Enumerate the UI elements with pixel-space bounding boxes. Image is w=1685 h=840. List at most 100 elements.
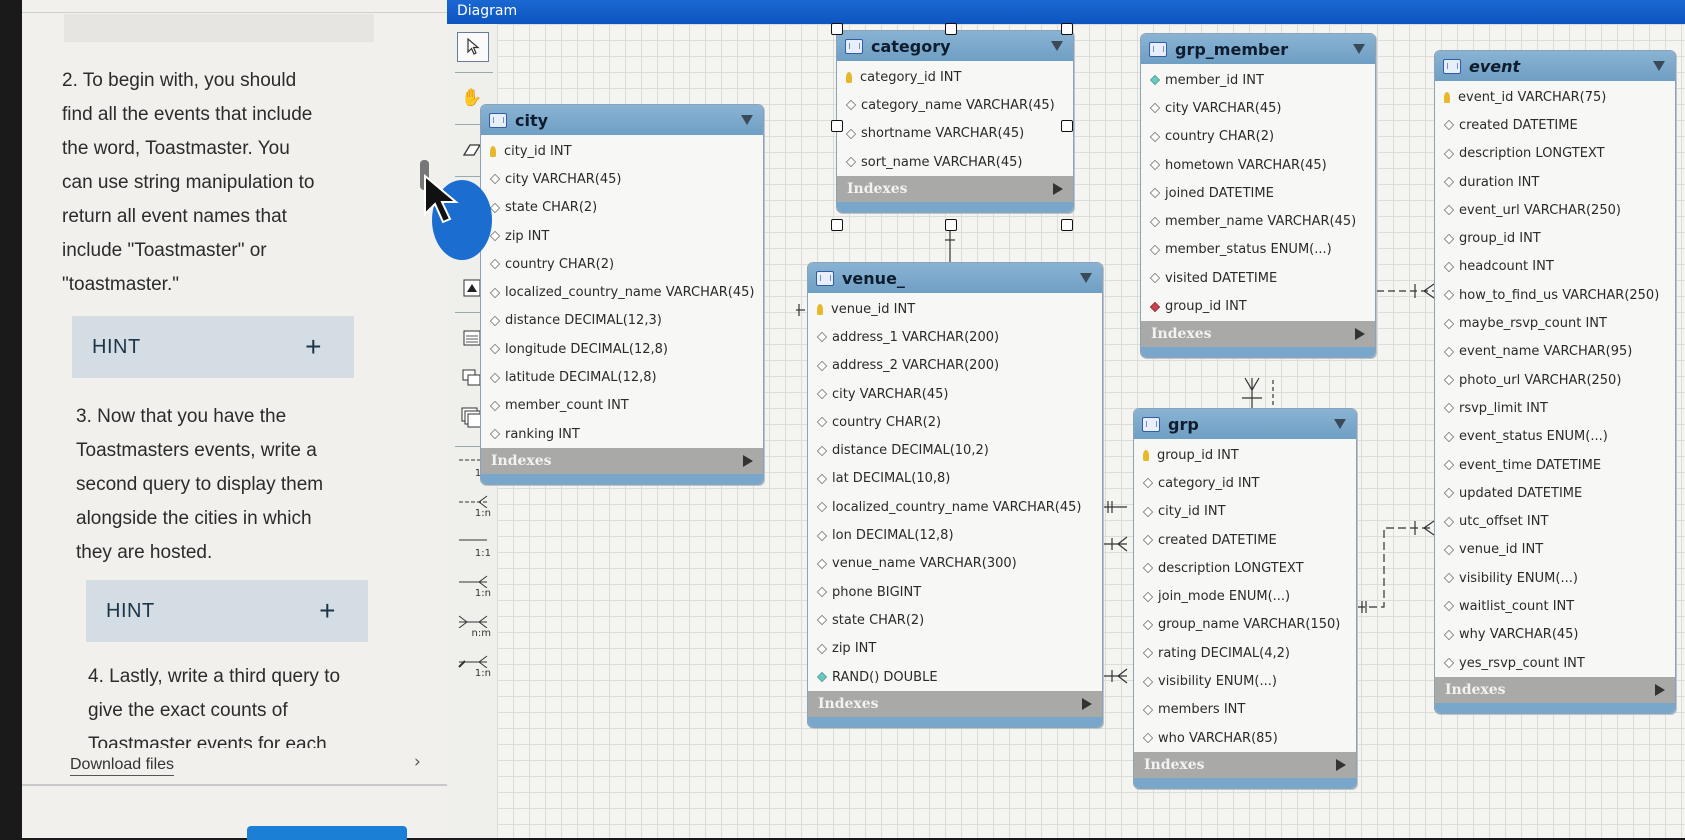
column-row[interactable]: state CHAR(2) (481, 194, 763, 222)
column-row[interactable]: localized_country_name VARCHAR(45) (481, 278, 763, 306)
column-row[interactable]: photo_url VARCHAR(250) (1435, 366, 1675, 394)
collapse-triangle-icon[interactable] (1353, 44, 1365, 54)
column-row[interactable]: join_mode ENUM(...) (1134, 582, 1356, 610)
table-grp-member[interactable]: grp_member member_id INT city VARCHAR(45) c… (1140, 33, 1376, 358)
table-city[interactable]: city city_id INT city VARCHAR(45) state CHA… (480, 104, 764, 486)
column-row[interactable]: lat DECIMAL(10,8) (808, 465, 1102, 493)
indexes-section[interactable]: Indexes (808, 691, 1102, 718)
column-row[interactable]: description LONGTEXT (1435, 140, 1675, 168)
column-row[interactable]: ranking INT (481, 420, 763, 448)
expand-arrow-icon[interactable] (1355, 327, 1365, 340)
table-header[interactable]: grp_member (1141, 34, 1375, 64)
download-files-link[interactable]: Download files (70, 756, 175, 776)
column-row[interactable]: city VARCHAR(45) (1141, 94, 1375, 122)
column-row[interactable]: city VARCHAR(45) (481, 165, 763, 193)
column-row[interactable]: event_status ENUM(...) (1435, 423, 1675, 451)
column-row[interactable]: yes_rsvp_count INT (1435, 649, 1675, 677)
column-row[interactable]: country CHAR(2) (481, 250, 763, 278)
column-row[interactable]: member_count INT (481, 392, 763, 420)
indexes-section[interactable]: Indexes (1141, 320, 1375, 347)
column-row[interactable]: description LONGTEXT (1134, 554, 1356, 582)
column-row[interactable]: sort_name VARCHAR(45) (837, 148, 1073, 176)
resize-handle[interactable] (831, 23, 843, 35)
column-row[interactable]: why VARCHAR(45) (1435, 621, 1675, 649)
column-row[interactable]: latitude DECIMAL(12,8) (481, 363, 763, 391)
indexes-section[interactable]: Indexes (1134, 752, 1356, 779)
collapse-triangle-icon[interactable] (1334, 419, 1346, 429)
table-category[interactable]: category category_id INT category_name VAR… (836, 30, 1074, 214)
collapse-triangle-icon[interactable] (1653, 61, 1665, 71)
column-row[interactable]: category_name VARCHAR(45) (837, 91, 1073, 119)
table-grp[interactable]: grp group_id INT category_id INT city_id IN… (1133, 408, 1357, 790)
column-row[interactable]: localized_country_name VARCHAR(45) (808, 493, 1102, 521)
column-row[interactable]: shortname VARCHAR(45) (837, 120, 1073, 148)
column-row[interactable]: joined DATETIME (1141, 179, 1375, 207)
table-event[interactable]: event event_id VARCHAR(75) created DATETIM… (1434, 50, 1676, 715)
column-row[interactable]: headcount INT (1435, 253, 1675, 281)
resize-handle[interactable] (1061, 219, 1073, 231)
column-row[interactable]: RAND() DOUBLE (808, 663, 1102, 691)
column-row[interactable]: hometown VARCHAR(45) (1141, 151, 1375, 179)
indexes-section[interactable]: Indexes (837, 176, 1073, 203)
column-row[interactable]: distance DECIMAL(10,2) (808, 436, 1102, 464)
chevron-right-icon[interactable]: › (414, 752, 421, 772)
column-row[interactable]: city_id INT (481, 137, 763, 165)
column-row[interactable]: maybe_rsvp_count INT (1435, 309, 1675, 337)
table-header[interactable]: event (1435, 51, 1675, 81)
column-row[interactable]: zip INT (808, 635, 1102, 663)
collapse-triangle-icon[interactable] (1051, 41, 1063, 51)
table-venue[interactable]: venue_ venue_id INT address_1 VARCHAR(200)… (807, 262, 1103, 729)
expand-arrow-icon[interactable] (743, 455, 753, 468)
pointer-tool-icon[interactable] (457, 32, 489, 62)
column-row[interactable]: lon DECIMAL(12,8) (808, 521, 1102, 549)
table-header[interactable]: city (481, 105, 763, 135)
column-row[interactable]: created DATETIME (1134, 526, 1356, 554)
column-row[interactable]: group_name VARCHAR(150) (1134, 611, 1356, 639)
indexes-section[interactable]: Indexes (481, 448, 763, 475)
hint-toggle-step-2[interactable]: HINT + (72, 316, 354, 378)
table-header[interactable]: category (837, 31, 1073, 61)
expand-arrow-icon[interactable] (1053, 183, 1063, 196)
column-row[interactable]: country CHAR(2) (1141, 123, 1375, 151)
column-row[interactable]: waitlist_count INT (1435, 592, 1675, 620)
column-row[interactable]: address_1 VARCHAR(200) (808, 323, 1102, 351)
column-row[interactable]: venue_id INT (1435, 536, 1675, 564)
relation-1-n-identifying-tool[interactable]: 1:n (455, 574, 491, 604)
column-row[interactable]: member_id INT (1141, 66, 1375, 94)
indexes-section[interactable]: Indexes (1435, 677, 1675, 704)
column-row[interactable]: phone BIGINT (808, 578, 1102, 606)
column-row[interactable]: city_id INT (1134, 498, 1356, 526)
expand-arrow-icon[interactable] (1336, 759, 1346, 772)
column-row[interactable]: state CHAR(2) (808, 606, 1102, 634)
column-row[interactable]: duration INT (1435, 168, 1675, 196)
column-row[interactable]: how_to_find_us VARCHAR(250) (1435, 281, 1675, 309)
column-row[interactable]: category_id INT (837, 63, 1073, 91)
column-row[interactable]: visibility ENUM(...) (1134, 667, 1356, 695)
collapse-triangle-icon[interactable] (741, 115, 753, 125)
relation-n-m-tool[interactable]: n:m (455, 614, 491, 644)
hint-toggle-step-3[interactable]: HINT + (86, 580, 368, 642)
relation-1-1-identifying-tool[interactable]: 1:1 (455, 534, 491, 564)
collapse-triangle-icon[interactable] (1080, 273, 1092, 283)
relation-1-n-non-identifying-tool[interactable]: 1:n (455, 494, 491, 524)
column-row[interactable]: event_id VARCHAR(75) (1435, 83, 1675, 111)
column-row[interactable]: venue_id INT (808, 295, 1102, 323)
column-row[interactable]: visibility ENUM(...) (1435, 564, 1675, 592)
table-header[interactable]: venue_ (808, 263, 1102, 293)
resize-handle[interactable] (1061, 23, 1073, 35)
column-row[interactable]: rating DECIMAL(4,2) (1134, 639, 1356, 667)
column-row[interactable]: event_time DATETIME (1435, 451, 1675, 479)
resize-handle[interactable] (945, 219, 957, 231)
expand-arrow-icon[interactable] (1082, 698, 1092, 711)
column-row[interactable]: created DATETIME (1435, 111, 1675, 139)
column-row[interactable]: zip INT (481, 222, 763, 250)
column-row[interactable]: rsvp_limit INT (1435, 394, 1675, 422)
column-row[interactable]: venue_name VARCHAR(300) (808, 550, 1102, 578)
expand-arrow-icon[interactable] (1655, 684, 1665, 697)
column-row[interactable]: updated DATETIME (1435, 479, 1675, 507)
column-row[interactable]: longitude DECIMAL(12,8) (481, 335, 763, 363)
relation-1-n-existing-columns-tool[interactable]: 1:n (455, 654, 491, 684)
column-row[interactable]: member_status ENUM(...) (1141, 236, 1375, 264)
column-row[interactable]: city VARCHAR(45) (808, 380, 1102, 408)
column-row[interactable]: address_2 VARCHAR(200) (808, 352, 1102, 380)
